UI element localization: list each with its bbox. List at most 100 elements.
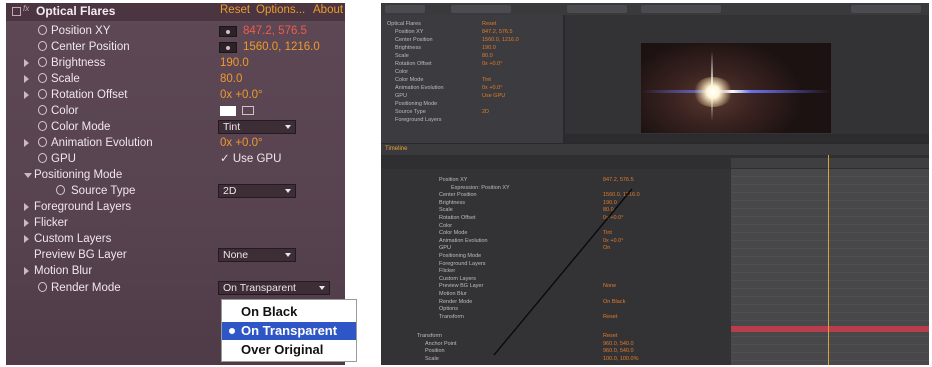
options-link[interactable]: Options... bbox=[256, 4, 305, 16]
transform-property-row: Scale 100.0, 100.0% bbox=[425, 356, 638, 363]
group-row-custom-layers[interactable]: Custom Layers bbox=[6, 231, 345, 247]
brightness-value[interactable]: 190.0 bbox=[220, 55, 249, 71]
group-row-flicker[interactable]: Flicker bbox=[6, 215, 345, 231]
timeline-property-value[interactable]: On Black bbox=[603, 299, 625, 306]
toolbar-segment[interactable] bbox=[451, 5, 511, 13]
timeline-property-value[interactable]: 0x +0.0° bbox=[603, 215, 623, 222]
timeline-property-value[interactable]: Reset bbox=[603, 314, 617, 321]
reset-link[interactable]: Reset bbox=[220, 4, 250, 16]
color-mode-dropdown[interactable]: Tint bbox=[218, 120, 296, 134]
property-row-gpu: GPU ✓ Use GPU bbox=[6, 151, 345, 167]
mini-property-value[interactable]: 1560.0, 1216.0 bbox=[482, 37, 519, 44]
toolbar-segment[interactable] bbox=[567, 5, 627, 13]
transform-property-value[interactable]: 960.0, 540.0 bbox=[603, 348, 634, 355]
render-mode-dropdown[interactable]: On Transparent bbox=[218, 281, 330, 295]
tab-timeline[interactable]: Timeline bbox=[385, 145, 407, 154]
mini-property-value[interactable]: Use GPU bbox=[482, 93, 505, 100]
effect-enable-checkbox[interactable] bbox=[12, 4, 29, 16]
stopwatch-icon[interactable] bbox=[38, 121, 47, 131]
timeline-property-value[interactable]: 80.0 bbox=[603, 207, 614, 214]
group-row-foreground-layers[interactable]: Foreground Layers bbox=[6, 199, 345, 215]
property-row-scale: Scale 80.0 bbox=[6, 71, 345, 87]
viewer-controls-bar[interactable] bbox=[565, 134, 929, 143]
expand-arrow-icon[interactable] bbox=[24, 91, 29, 99]
stopwatch-icon[interactable] bbox=[38, 41, 47, 51]
expand-arrow-icon[interactable] bbox=[24, 203, 29, 211]
mini-property-value[interactable]: 847.2, 576.5 bbox=[482, 29, 513, 36]
group-row-positioning-mode[interactable]: Positioning Mode bbox=[6, 167, 345, 183]
about-link[interactable]: About bbox=[313, 4, 343, 16]
stopwatch-icon[interactable] bbox=[38, 153, 47, 163]
crosshair-target-icon[interactable] bbox=[219, 26, 237, 37]
mini-property-value[interactable]: 2D bbox=[482, 109, 489, 116]
timeline-property-label: Motion Blur bbox=[439, 291, 467, 297]
stopwatch-icon[interactable] bbox=[56, 185, 65, 195]
mini-property-row: Color bbox=[387, 69, 408, 76]
timeline-property-label: Expression: Position XY bbox=[451, 184, 510, 191]
expand-arrow-icon[interactable] bbox=[24, 235, 29, 243]
stopwatch-icon[interactable] bbox=[38, 89, 47, 99]
mini-property-value[interactable]: Tint bbox=[482, 77, 491, 84]
expand-arrow-icon[interactable] bbox=[24, 267, 29, 275]
layer-duration-bar[interactable] bbox=[731, 326, 929, 332]
mini-property-value[interactable]: Reset bbox=[482, 21, 496, 28]
animation-evolution-value[interactable]: 0x +0.0° bbox=[220, 135, 263, 151]
transform-property-value[interactable]: Reset bbox=[603, 333, 617, 340]
stopwatch-icon[interactable] bbox=[38, 25, 47, 35]
timeline-property-value[interactable]: On bbox=[603, 245, 610, 252]
timeline-property-value[interactable]: None bbox=[603, 283, 616, 290]
timeline-property-value[interactable]: 0x +0.0° bbox=[603, 238, 623, 245]
mini-property-value[interactable]: 80.0 bbox=[482, 53, 493, 60]
current-time-indicator[interactable] bbox=[828, 155, 829, 365]
group-label: Foreground Layers bbox=[34, 201, 132, 213]
toolbar-segment[interactable] bbox=[385, 5, 425, 13]
group-row-motion-blur[interactable]: Motion Blur bbox=[6, 263, 345, 279]
workspace-selector[interactable] bbox=[851, 5, 921, 13]
transform-property-label: Position bbox=[425, 348, 445, 354]
toolbar-segment[interactable] bbox=[641, 5, 721, 13]
mini-property-value[interactable]: 0x +0.0° bbox=[482, 61, 502, 68]
timeline-property-label: Animation Evolution bbox=[439, 237, 488, 244]
stopwatch-icon[interactable] bbox=[38, 73, 47, 83]
timeline-property-value[interactable]: Tint bbox=[603, 230, 612, 237]
transform-property-value[interactable]: 100.0, 100.0% bbox=[603, 356, 638, 363]
use-gpu-checkbox[interactable]: ✓ Use GPU bbox=[220, 151, 281, 167]
expand-arrow-icon[interactable] bbox=[24, 139, 29, 147]
mini-property-value[interactable]: 190.0 bbox=[482, 45, 496, 52]
group-label: Flicker bbox=[34, 217, 68, 229]
timeline-property-value[interactable]: 1560.0, 1216.0 bbox=[603, 192, 640, 199]
menu-item-on-black[interactable]: On Black bbox=[222, 303, 356, 321]
mini-property-label: Foreground Layers bbox=[395, 117, 442, 123]
scale-value[interactable]: 80.0 bbox=[220, 71, 242, 87]
timeline-property-label: Scale bbox=[439, 207, 453, 214]
composition-preview[interactable] bbox=[641, 43, 831, 133]
transform-property-label: Transform bbox=[417, 333, 442, 339]
mini-property-value[interactable]: 0x +0.0° bbox=[482, 85, 502, 92]
position-xy-value[interactable]: 847.2, 576.5 bbox=[243, 23, 307, 39]
expand-arrow-icon[interactable] bbox=[24, 75, 29, 83]
property-label: Source Type bbox=[71, 185, 136, 197]
time-ruler[interactable] bbox=[731, 158, 929, 168]
color-swatch[interactable] bbox=[220, 106, 236, 116]
menu-item-label: On Transparent bbox=[241, 323, 338, 338]
center-position-value[interactable]: 1560.0, 1216.0 bbox=[243, 39, 320, 55]
crosshair-target-icon[interactable] bbox=[219, 42, 237, 53]
transform-property-value[interactable]: 960.0, 540.0 bbox=[603, 341, 634, 348]
timeline-property-label: Color bbox=[439, 222, 453, 229]
menu-item-over-original[interactable]: Over Original bbox=[222, 341, 356, 359]
timeline-property-value[interactable]: 847.2, 576.5 bbox=[603, 177, 634, 184]
timeline-property-row: Brightness 190.0 bbox=[439, 200, 617, 207]
stopwatch-icon[interactable] bbox=[38, 137, 47, 147]
collapse-arrow-icon[interactable] bbox=[24, 173, 32, 178]
rotation-offset-value[interactable]: 0x +0.0° bbox=[220, 87, 263, 103]
preview-bg-layer-dropdown[interactable]: None bbox=[218, 248, 296, 262]
stopwatch-icon[interactable] bbox=[38, 57, 47, 67]
eyedropper-icon[interactable] bbox=[242, 106, 254, 115]
expand-arrow-icon[interactable] bbox=[24, 219, 29, 227]
stopwatch-icon[interactable] bbox=[38, 105, 47, 115]
expand-arrow-icon[interactable] bbox=[24, 59, 29, 67]
source-type-dropdown[interactable]: 2D bbox=[218, 184, 296, 198]
stopwatch-icon[interactable] bbox=[38, 282, 47, 292]
timeline-property-value[interactable]: 190.0 bbox=[603, 200, 617, 207]
menu-item-on-transparent[interactable]: On Transparent bbox=[222, 322, 356, 340]
